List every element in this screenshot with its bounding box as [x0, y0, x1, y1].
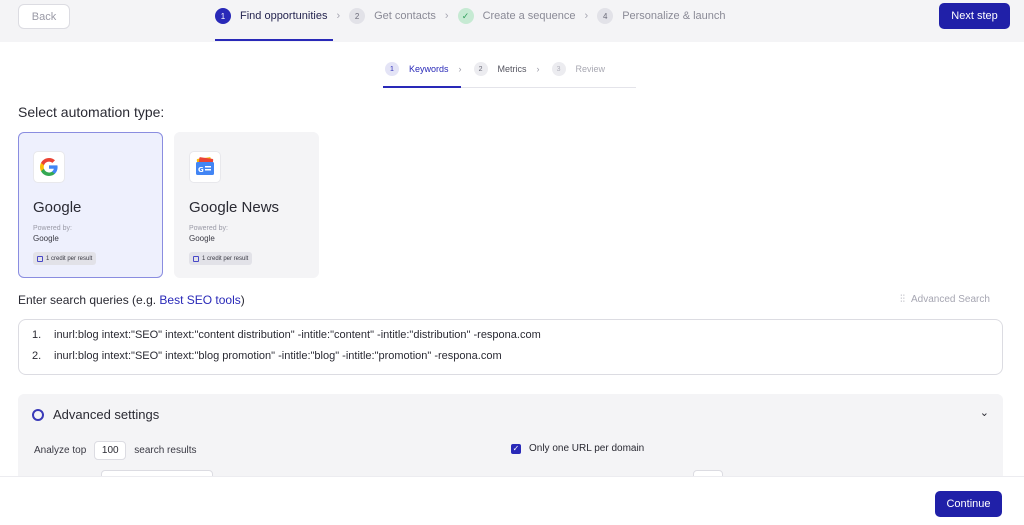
chevron-down-icon[interactable]: ⌄	[980, 406, 989, 419]
advanced-search-label: Advanced Search	[911, 294, 990, 305]
automation-card-google[interactable]: Google Powered by: Google 1 credit per r…	[18, 132, 163, 278]
query-text: inurl:blog intext:"SEO" intext:"content …	[54, 329, 541, 341]
sliders-icon: ⫶⫶	[900, 294, 905, 305]
one-url-per-domain-option[interactable]: ✓ Only one URL per domain	[511, 443, 644, 454]
query-number: 2.	[32, 350, 42, 362]
example-link[interactable]: Best SEO tools	[159, 293, 240, 307]
step-get-contacts[interactable]: 2 Get contacts	[349, 0, 436, 32]
automation-type-title: Select automation type:	[18, 104, 165, 120]
sub-steps: 1 Keywords › 2 Metrics › 3 Review	[383, 58, 636, 88]
advanced-settings-title: Advanced settings	[53, 407, 160, 422]
check-icon: ✓	[457, 8, 474, 24]
query-line: 2. inurl:blog intext:"SEO" intext:"blog …	[32, 350, 1002, 371]
next-step-button[interactable]: Next step	[939, 3, 1010, 29]
query-text: inurl:blog intext:"SEO" intext:"blog pro…	[54, 350, 502, 362]
card-title: Google	[33, 199, 82, 216]
analyze-top-row: Analyze top 100 search results	[34, 441, 197, 460]
google-logo-icon	[33, 151, 65, 183]
step-find-opportunities[interactable]: 1 Find opportunities	[215, 0, 334, 41]
substep-number: 2	[473, 62, 488, 76]
substep-keywords[interactable]: 1 Keywords	[383, 58, 460, 88]
credit-icon	[37, 255, 43, 262]
google-news-logo-icon: G	[189, 151, 221, 183]
powered-by-label: Powered by:	[33, 225, 72, 232]
chevron-right-icon: ›	[584, 10, 589, 22]
advanced-settings-panel: Advanced settings ⌄ Analyze top 100 sear…	[18, 394, 1003, 476]
step-label: Get contacts	[374, 10, 436, 22]
step-label: Personalize & launch	[622, 10, 726, 22]
chevron-right-icon: ›	[536, 64, 540, 74]
svg-text:G: G	[198, 166, 204, 174]
substep-review[interactable]: 3 Review	[551, 58, 606, 80]
continue-button[interactable]: Continue	[935, 491, 1002, 517]
credit-text: 1 credit per result	[46, 255, 93, 262]
credit-badge: 1 credit per result	[33, 252, 97, 265]
back-button[interactable]: Back	[18, 4, 70, 29]
analyze-prefix: Analyze top	[34, 445, 87, 456]
label-text: Enter search queries (e.g.	[18, 293, 160, 307]
powered-by-label: Powered by:	[189, 225, 228, 232]
step-personalize-launch[interactable]: 4 Personalize & launch	[597, 0, 726, 32]
search-queries-input[interactable]: 1. inurl:blog intext:"SEO" intext:"conte…	[18, 319, 1003, 375]
step-number: 2	[349, 8, 366, 24]
analyze-suffix: search results	[134, 445, 197, 456]
search-queries-label: Enter search queries (e.g. Best SEO tool…	[18, 293, 245, 307]
step-label: Find opportunities	[240, 10, 328, 22]
substep-number: 1	[385, 62, 399, 76]
substep-label: Keywords	[409, 64, 449, 74]
substep-label: Metrics	[497, 64, 527, 74]
powered-by-value: Google	[33, 234, 59, 243]
query-line: 1. inurl:blog intext:"SEO" intext:"conte…	[32, 329, 1002, 350]
checkbox-checked-icon[interactable]: ✓	[511, 443, 521, 454]
analyze-top-input[interactable]: 100	[94, 441, 127, 460]
query-number: 1.	[32, 329, 42, 341]
advanced-search-button[interactable]: ⫶⫶ Advanced Search	[900, 294, 990, 305]
step-number: 1	[215, 8, 231, 24]
credit-text: 1 credit per result	[202, 255, 249, 262]
wizard-steps: 1 Find opportunities › 2 Get contacts › …	[215, 0, 726, 42]
card-title: Google News	[189, 199, 280, 216]
powered-by-value: Google	[189, 234, 215, 243]
top-bar: Back 1 Find opportunities › 2 Get contac…	[0, 0, 1024, 42]
credit-badge: 1 credit per result	[189, 252, 253, 265]
advanced-settings-header[interactable]: Advanced settings	[32, 407, 159, 422]
one-url-label: Only one URL per domain	[529, 443, 645, 454]
chevron-right-icon: ›	[336, 10, 341, 22]
substep-label: Review	[575, 64, 606, 74]
substep-metrics[interactable]: 2 Metrics	[473, 58, 527, 80]
step-label: Create a sequence	[482, 10, 576, 22]
label-text: )	[240, 293, 245, 307]
chevron-right-icon: ›	[458, 64, 462, 74]
automation-card-google-news[interactable]: G Google News Powered by: Google 1 credi…	[174, 132, 319, 278]
step-number: 4	[597, 8, 614, 24]
credit-icon	[193, 255, 199, 262]
chevron-right-icon: ›	[444, 10, 449, 22]
step-create-sequence[interactable]: ✓ Create a sequence	[457, 0, 576, 32]
bottom-bar	[0, 476, 1024, 525]
substep-number: 3	[551, 62, 566, 76]
gear-icon	[32, 408, 44, 421]
